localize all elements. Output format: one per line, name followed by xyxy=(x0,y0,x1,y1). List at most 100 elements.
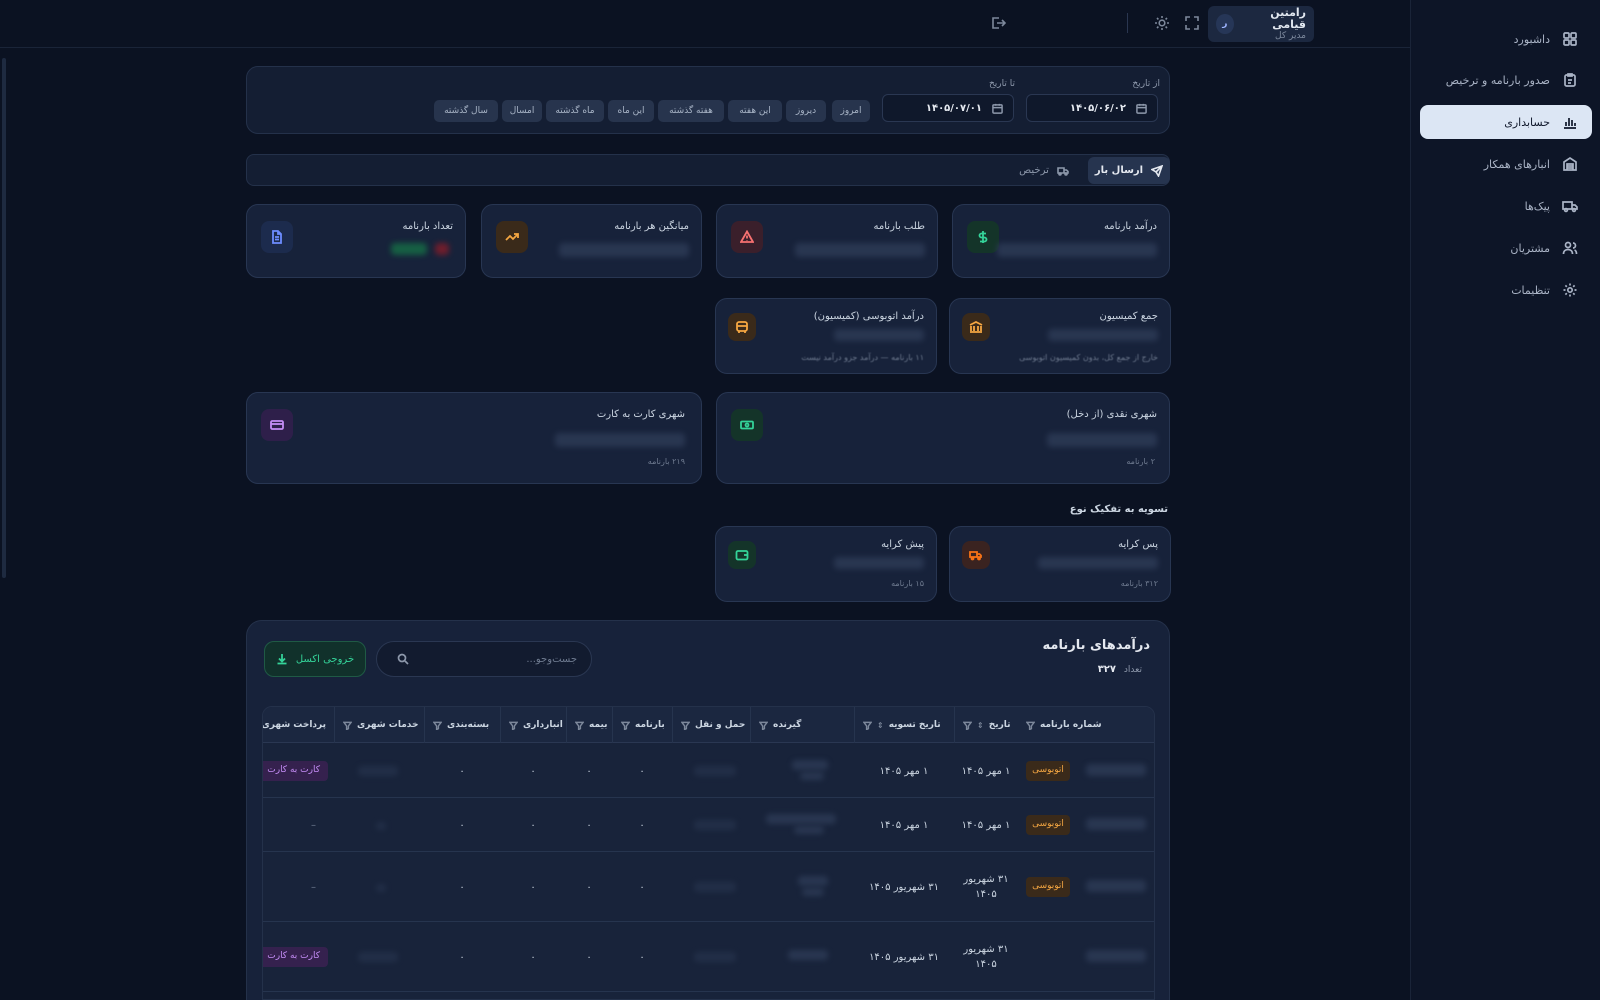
stat-subtext: ۱۵ بارنامه xyxy=(891,579,924,588)
redacted-value xyxy=(997,243,1157,257)
to-date-label: تا تاریخ xyxy=(988,79,1015,89)
settle-date-cell: ۳۱ شهریور ۱۴۰۵ xyxy=(869,951,939,963)
redacted-value xyxy=(555,433,685,447)
stat-title: میانگین هر بارنامه xyxy=(614,221,689,232)
column-label: تاریخ تسویه xyxy=(888,720,941,730)
avatar: ر xyxy=(1216,14,1234,34)
revenue-table: شماره بارنامه تاریخ ⇕ تاریخ تسویه ⇕ گیرنده… xyxy=(262,706,1155,1000)
table-header: شماره بارنامه تاریخ ⇕ تاریخ تسویه ⇕ گیرنده… xyxy=(263,707,1154,743)
column-label: حمل و نقل xyxy=(695,720,746,730)
sort-icon[interactable]: ⇕ xyxy=(877,721,884,730)
preset-last-year[interactable]: سال گذشته xyxy=(434,100,498,122)
settle-date-cell: ۱ مهر ۱۴۰۵ xyxy=(879,765,929,777)
table-row[interactable]: اتوبوسی ۱ مهر ۱۴۰۵ ۱ مهر ۱۴۰۵ ۰ ۰ ۰ ۰ – xyxy=(263,798,1154,852)
sidebar-item-label: صدور بارنامه و ترخیص xyxy=(1445,73,1550,87)
column-label: خدمات شهری xyxy=(357,720,419,730)
scrollbar[interactable] xyxy=(2,58,6,578)
sidebar-item-customers[interactable]: مشتریان xyxy=(1420,231,1592,265)
filter-icon[interactable] xyxy=(963,721,972,730)
column-header-packaging[interactable]: بسته‌بندی xyxy=(424,707,500,743)
preset-this-year[interactable]: امسال xyxy=(502,100,542,122)
redacted-value xyxy=(559,243,689,257)
trend-up-icon xyxy=(496,221,528,253)
sidebar-item-settings[interactable]: تنظیمات xyxy=(1420,273,1592,307)
cash-icon xyxy=(731,409,763,441)
search-input[interactable] xyxy=(417,653,577,665)
sun-theme-icon[interactable] xyxy=(1154,15,1170,31)
column-header-city-services[interactable]: خدمات شهری xyxy=(334,707,424,743)
sidebar-item-couriers[interactable]: پیک‌ها xyxy=(1420,189,1592,223)
storage-cell: ۰ xyxy=(530,951,536,963)
users-icon xyxy=(1562,240,1578,256)
type-badge: اتوبوسی xyxy=(1026,761,1070,781)
preset-this-week[interactable]: این هفته xyxy=(728,100,782,122)
redacted-badge xyxy=(391,243,427,255)
stat-card-city-cash: شهری نقدی (از دخل) ۲ بارنامه xyxy=(716,392,1170,484)
date-cell: ۳۱ شهریور ۱۴۰۵ xyxy=(963,874,1009,900)
waybill-fee-cell: ۰ xyxy=(639,951,645,963)
bus-icon xyxy=(728,313,756,341)
packaging-cell: ۰ xyxy=(459,881,465,893)
column-header-date[interactable]: تاریخ ⇕ xyxy=(954,707,1018,743)
settlement-section-title: تسویه به تفکیک نوع xyxy=(1069,504,1168,515)
stat-title: درآمد اتوبوسی (کمیسیون) xyxy=(813,311,924,322)
from-date-field[interactable]: ۱۴۰۵/۰۶/۰۲ xyxy=(1026,94,1158,122)
export-excel-button[interactable]: خروجی اکسل xyxy=(264,641,366,677)
preset-today[interactable]: امروز xyxy=(832,100,870,122)
preset-last-month[interactable]: ماه گذشته xyxy=(546,100,604,122)
table-row[interactable]: اتوبوسی ۱ مهر ۱۴۰۵ ۱ مهر ۱۴۰۵ ۰ ۰ ۰ ۰ کا… xyxy=(263,744,1154,798)
stat-subtext: ۱۱ بارنامه — درآمد جزو درآمد نیست xyxy=(801,353,924,362)
redacted-value xyxy=(834,329,924,341)
logout-icon[interactable] xyxy=(990,15,1007,31)
column-header-waybill-number[interactable]: شماره بارنامه xyxy=(1018,707,1154,743)
to-date-field[interactable]: ۱۴۰۵/۰۷/۰۱ xyxy=(882,94,1014,122)
insurance-cell: ۰ xyxy=(586,819,592,831)
redacted-transport xyxy=(694,820,736,830)
panel-title: درآمدهای بارنامه xyxy=(1042,638,1150,653)
redacted-receiver xyxy=(766,814,836,824)
preset-last-week[interactable]: هفته گذشته xyxy=(658,100,724,122)
filter-icon[interactable] xyxy=(575,721,584,730)
sidebar-item-warehouses[interactable]: انبارهای همکار xyxy=(1420,147,1592,181)
preset-yesterday[interactable]: دیروز xyxy=(786,100,826,122)
filter-icon[interactable] xyxy=(681,721,690,730)
filter-icon[interactable] xyxy=(863,721,872,730)
stat-title: جمع کمیسیون xyxy=(1099,311,1158,322)
tab-clearance[interactable]: ترخیص xyxy=(1008,157,1080,184)
sidebar-item-waybill[interactable]: صدور بارنامه و ترخیص xyxy=(1420,63,1592,97)
tab-clearance-label: ترخیص xyxy=(1019,165,1049,176)
table-row[interactable]: اتوبوسی ۳۱ شهریور ۱۴۰۵ ۳۱ شهریور ۱۴۰۵ ۰ … xyxy=(263,852,1154,922)
sort-icon[interactable]: ⇕ xyxy=(977,721,984,730)
preset-this-month[interactable]: این ماه xyxy=(608,100,654,122)
filter-icon[interactable] xyxy=(343,721,352,730)
stat-card-debt: طلب بارنامه xyxy=(716,204,938,278)
sidebar-item-accounting[interactable]: حسابداری xyxy=(1420,105,1592,139)
user-role: مدیر کل xyxy=(1275,30,1306,41)
column-header-storage[interactable]: انبارداری xyxy=(500,707,566,743)
bar-chart-icon xyxy=(1562,114,1578,130)
sidebar-item-label: پیک‌ها xyxy=(1524,199,1550,213)
column-header-insurance[interactable]: بیمه xyxy=(566,707,612,743)
bank-icon xyxy=(962,313,990,341)
stat-subtext: ۲ بارنامه xyxy=(1126,457,1155,466)
truck-icon xyxy=(1562,198,1578,214)
column-header-transport[interactable]: حمل و نقل xyxy=(672,707,750,743)
truck-icon xyxy=(1057,166,1069,176)
filter-icon[interactable] xyxy=(759,721,768,730)
filter-icon[interactable] xyxy=(433,721,442,730)
send-icon xyxy=(1151,164,1164,177)
sidebar-item-label: حسابداری xyxy=(1504,115,1550,129)
filter-icon[interactable] xyxy=(509,721,518,730)
stat-title: پیش کرایه xyxy=(881,539,924,550)
user-menu[interactable]: رامتین قیامی مدیر کل ر xyxy=(1208,6,1314,42)
column-header-city-payment[interactable]: پرداخت شهری xyxy=(263,707,334,743)
tab-send-cargo[interactable]: ارسال بار xyxy=(1088,157,1170,184)
column-header-waybill-fee[interactable]: بارنامه xyxy=(612,707,672,743)
sidebar-item-dashboard[interactable]: داشبورد xyxy=(1420,22,1592,56)
column-header-settle-date[interactable]: تاریخ تسویه ⇕ xyxy=(854,707,954,743)
fullscreen-icon[interactable] xyxy=(1184,15,1200,31)
filter-icon[interactable] xyxy=(1026,721,1035,730)
column-header-receiver[interactable]: گیرنده xyxy=(750,707,854,743)
filter-icon[interactable] xyxy=(621,721,630,730)
table-row[interactable]: ۳۱ شهریور ۱۴۰۵ ۳۱ شهریور ۱۴۰۵ ۰ ۰ ۰ ۰ کا… xyxy=(263,922,1154,992)
